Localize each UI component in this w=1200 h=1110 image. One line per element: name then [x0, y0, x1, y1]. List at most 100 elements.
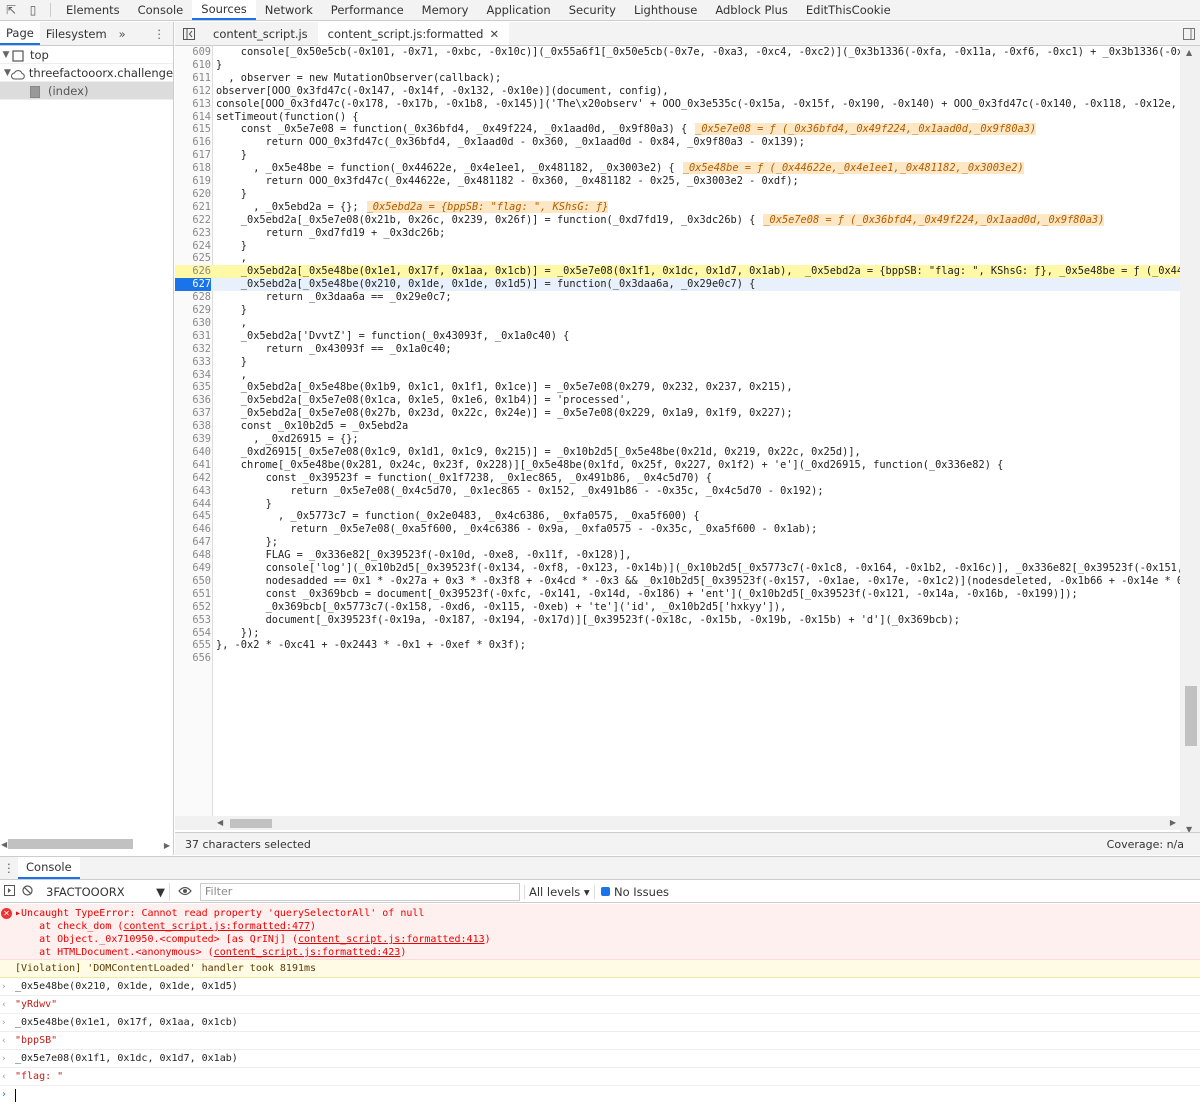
line-number[interactable]: 640: [175, 446, 211, 459]
tab-console[interactable]: Console: [129, 0, 193, 20]
code-line[interactable]: 636 _0x5ebd2a[_0x5e7e08(0x1ca, 0x1e5, 0x…: [175, 394, 1180, 407]
code-line[interactable]: 653 document[_0x39523f(-0x19a, -0x187, -…: [175, 614, 1180, 627]
line-number[interactable]: 629: [175, 304, 211, 317]
tab-filesystem[interactable]: Filesystem: [40, 22, 113, 45]
console-filter-input[interactable]: Filter: [200, 882, 520, 901]
navigator-horizontal-scrollbar[interactable]: [8, 839, 133, 849]
coverage-status[interactable]: Coverage: n/a: [1107, 838, 1200, 851]
tree-item-top[interactable]: ▼ top: [0, 46, 173, 64]
tab-page[interactable]: Page: [0, 22, 40, 45]
tab-application[interactable]: Application: [477, 0, 559, 20]
line-number[interactable]: 645: [175, 510, 211, 523]
code-line[interactable]: 628 return _0x3daa6a == _0x29e0c7;: [175, 291, 1180, 304]
drawer-menu-icon[interactable]: ⋮: [0, 857, 18, 879]
code-line[interactable]: 640 _0xd26915[_0x5e7e08(0x1c9, 0x1d1, 0x…: [175, 446, 1180, 459]
tab-lighthouse[interactable]: Lighthouse: [625, 0, 706, 20]
line-number[interactable]: 643: [175, 485, 211, 498]
line-number[interactable]: 625: [175, 252, 211, 265]
code-view[interactable]: 609 console[_0x50e5cb(-0x101, -0x71, -0x…: [175, 46, 1180, 816]
toggle-debugger-icon[interactable]: [1178, 22, 1200, 45]
code-line[interactable]: 647 };: [175, 536, 1180, 549]
code-line[interactable]: 633 }: [175, 356, 1180, 369]
line-number[interactable]: 656: [175, 652, 211, 665]
line-number[interactable]: 619: [175, 175, 211, 188]
scroll-thumb[interactable]: [1185, 686, 1197, 746]
code-line[interactable]: 632 return _0x43093f == _0x1a0c40;: [175, 343, 1180, 356]
code-line[interactable]: 637 _0x5ebd2a[_0x5e7e08(0x27b, 0x23d, 0x…: [175, 407, 1180, 420]
code-line[interactable]: 642 const _0x39523f = function(_0x1f7238…: [175, 472, 1180, 485]
error-line[interactable]: ▸Uncaught TypeError: Cannot read propert…: [15, 907, 424, 920]
code-line[interactable]: 613 console[OOO_0x3fd47c(-0x178, -0x17b, …: [175, 98, 1180, 111]
line-number[interactable]: 646: [175, 523, 211, 536]
code-line[interactable]: 655}, -0x2 * -0xc41 + -0x2443 * -0x1 + -…: [175, 639, 1180, 652]
code-line[interactable]: 643 return _0x5e7e08(_0x4c5d70, _0x1ec86…: [175, 485, 1180, 498]
code-line[interactable]: 649 console['log'](_0x10b2d5[_0x39523f(-…: [175, 562, 1180, 575]
line-number[interactable]: 622: [175, 214, 211, 227]
show-sidebar-icon[interactable]: [0, 884, 18, 899]
close-icon[interactable]: ✕: [489, 27, 499, 41]
code-line[interactable]: 646 return _0x5e7e08(_0xa5f600, _0x4c638…: [175, 523, 1180, 536]
tab-network[interactable]: Network: [256, 0, 322, 20]
tab-performance[interactable]: Performance: [322, 0, 413, 20]
line-number[interactable]: 644: [175, 498, 211, 511]
tab-security[interactable]: Security: [560, 0, 625, 20]
scroll-left-icon[interactable]: ◀: [1, 840, 7, 849]
line-number[interactable]: 610: [175, 59, 211, 72]
code-line[interactable]: 648 FLAG = _0x336e82[_0x39523f(-0x10d, -…: [175, 549, 1180, 562]
code-line[interactable]: 645 , _0x5773c7 = function(_0x2e0483, _0…: [175, 510, 1180, 523]
line-number[interactable]: 627: [175, 278, 211, 292]
code-line[interactable]: 621 , _0x5ebd2a = {}; _0x5ebd2a = {bppSB:…: [175, 200, 1180, 214]
line-number[interactable]: 655: [175, 639, 211, 652]
code-line[interactable]: 626 _0x5ebd2a[_0x5e48be(0x1e1, 0x17f, 0x…: [175, 265, 1180, 279]
line-number[interactable]: 637: [175, 407, 211, 420]
line-number[interactable]: 617: [175, 149, 211, 162]
scroll-up-icon[interactable]: ▲: [1186, 48, 1192, 57]
line-number[interactable]: 618: [175, 162, 211, 175]
scroll-right-icon[interactable]: ▶: [164, 841, 170, 850]
code-line[interactable]: 635 _0x5ebd2a[_0x5e48be(0x1b9, 0x1c1, 0x…: [175, 381, 1180, 394]
line-number[interactable]: 635: [175, 381, 211, 394]
code-line[interactable]: 650 nodesadded == 0x1 * -0x27a + 0x3 * -…: [175, 575, 1180, 588]
line-number[interactable]: 651: [175, 588, 211, 601]
tree-item-index[interactable]: (index): [0, 82, 173, 100]
source-link[interactable]: content_script.js:formatted:477: [123, 921, 310, 932]
code-line[interactable]: 641 chrome[_0x5e48be(0x281, 0x24c, 0x23f…: [175, 459, 1180, 472]
code-line[interactable]: 639 , _0xd26915 = {};: [175, 433, 1180, 446]
inspect-element-icon[interactable]: ⇱: [0, 0, 22, 20]
line-number[interactable]: 647: [175, 536, 211, 549]
line-number[interactable]: 649: [175, 562, 211, 575]
code-line[interactable]: 623 return _0xd7fd19 + _0x3dc26b;: [175, 227, 1180, 240]
code-line[interactable]: 612 observer[OOO_0x3fd47c(-0x147, -0x14f,…: [175, 85, 1180, 98]
code-line[interactable]: 656: [175, 652, 1180, 665]
issues-button[interactable]: No Issues: [594, 884, 675, 899]
code-line[interactable]: 629 }: [175, 304, 1180, 317]
line-number[interactable]: 631: [175, 330, 211, 343]
live-expression-eye-icon[interactable]: [170, 885, 200, 899]
code-line[interactable]: 630 ,: [175, 317, 1180, 330]
tab-console-drawer[interactable]: Console: [18, 857, 80, 879]
code-line[interactable]: 651 const _0x369bcb = document[_0x39523f…: [175, 588, 1180, 601]
clear-console-icon[interactable]: [18, 884, 36, 899]
line-number[interactable]: 621: [175, 201, 211, 214]
line-number[interactable]: 653: [175, 614, 211, 627]
line-number[interactable]: 609: [175, 46, 211, 59]
source-link[interactable]: content_script.js:formatted:423: [214, 947, 401, 958]
line-number[interactable]: 613: [175, 98, 211, 111]
code-line[interactable]: 624 }: [175, 240, 1180, 253]
line-number[interactable]: 652: [175, 601, 211, 614]
code-line[interactable]: 652 _0x369bcb[_0x5773c7(-0x158, -0xd6, -…: [175, 601, 1180, 614]
code-line[interactable]: 625 ,: [175, 252, 1180, 265]
code-line[interactable]: 618 , _0x5e48be = function(_0x44622e, _0…: [175, 162, 1180, 175]
line-number[interactable]: 648: [175, 549, 211, 562]
code-line[interactable]: 654 });: [175, 627, 1180, 640]
line-number[interactable]: 624: [175, 240, 211, 253]
line-number[interactable]: 611: [175, 72, 211, 85]
expand-arrow-icon[interactable]: ▼: [4, 64, 11, 81]
console-prompt[interactable]: ›: [0, 1086, 1200, 1104]
line-number[interactable]: 654: [175, 627, 211, 640]
line-number[interactable]: 636: [175, 394, 211, 407]
code-line[interactable]: 616 return OOO_0x3fd47c(_0x36bfd4, _0x1a…: [175, 136, 1180, 149]
line-number[interactable]: 615: [175, 123, 211, 136]
line-number[interactable]: 623: [175, 227, 211, 240]
file-tab-content-script[interactable]: content_script.js: [203, 22, 318, 45]
